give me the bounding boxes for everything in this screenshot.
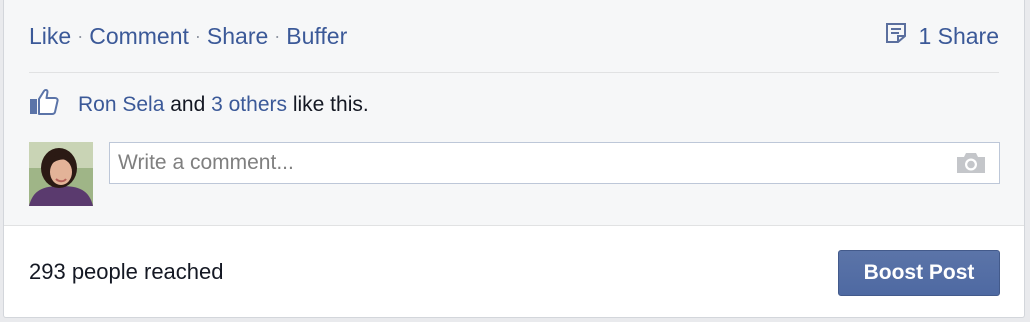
separator-dot: · — [77, 25, 84, 46]
share-count-link[interactable]: 1 Share — [884, 22, 999, 50]
separator-dot: · — [194, 25, 201, 46]
share-count-label: 1 Share — [918, 22, 999, 49]
comment-input[interactable] — [110, 151, 955, 175]
post-feedback-section: Like · Comment · Share · Buffer 1 Share — [4, 0, 1024, 226]
comment-box — [109, 142, 1000, 184]
like-suffix-text: like this. — [287, 93, 369, 116]
others-link[interactable]: 3 others — [211, 93, 287, 117]
like-sentence: Ron Sela and 3 others like this. — [29, 88, 369, 122]
liker-name-link[interactable]: Ron Sela — [78, 93, 164, 117]
and-text: and — [164, 93, 212, 116]
thumbs-up-icon — [29, 88, 78, 122]
comment-link[interactable]: Comment — [89, 23, 189, 50]
camera-icon[interactable] — [955, 151, 987, 175]
avatar[interactable] — [29, 142, 93, 206]
post-card: Like · Comment · Share · Buffer 1 Share — [3, 0, 1025, 318]
divider — [29, 72, 999, 73]
separator-dot: · — [274, 25, 281, 46]
share-link[interactable]: Share — [207, 23, 268, 50]
share-page-icon — [884, 21, 918, 51]
reach-count: 293 people reached — [29, 259, 224, 284]
like-link[interactable]: Like — [29, 23, 71, 50]
buffer-link[interactable]: Buffer — [286, 23, 347, 50]
post-action-links: Like · Comment · Share · Buffer — [29, 22, 347, 50]
boost-post-button[interactable]: Boost Post — [838, 250, 1000, 296]
